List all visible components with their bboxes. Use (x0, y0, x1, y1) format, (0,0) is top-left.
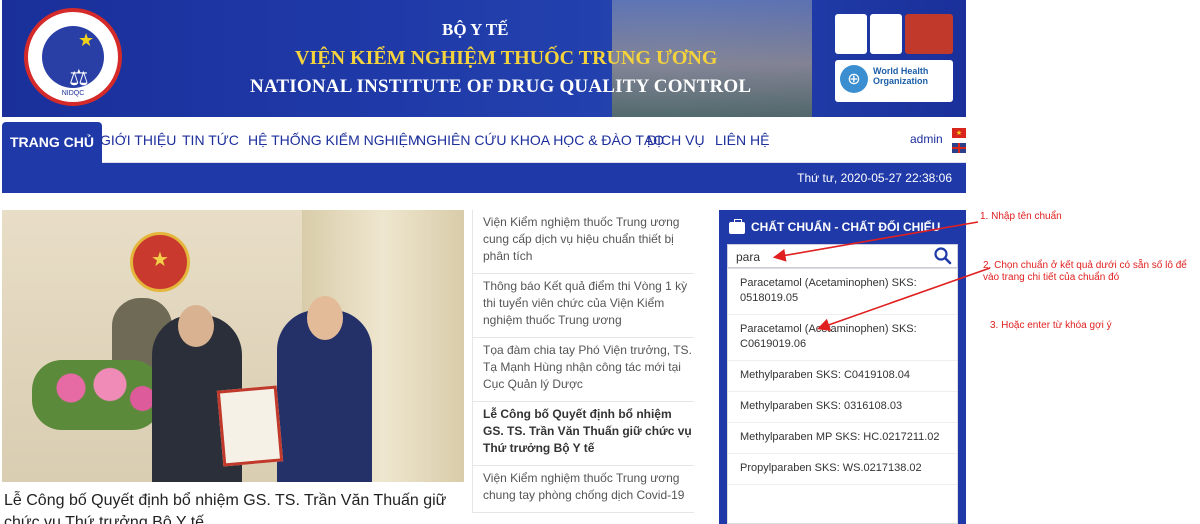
flowers (32, 360, 162, 430)
flag-vn-icon[interactable]: ★ (952, 128, 966, 138)
news-item[interactable]: Tọa đàm chia tay Phó Viện trưởng, TS. Tạ… (473, 338, 694, 402)
suggestion-item[interactable]: Paracetamol (Acetaminophen) SKS: C061901… (728, 315, 957, 361)
current-datetime: Thứ tư, 2020-05-27 22:38:06 (797, 171, 952, 185)
logo-abbreviation: NIDQC (61, 90, 85, 97)
main-nav: TRANG CHỦ GIỚI THIỆU TIN TỨC HỆ THỐNG KI… (2, 117, 966, 163)
news-list: Viện Kiểm nghiệm thuốc Trung ương cung c… (472, 210, 694, 513)
reference-standards-widget: CHẤT CHUẨN - CHẤT ĐỐI CHIẾU Paracetamol … (719, 210, 966, 524)
scale-icon: ⚖ (69, 66, 89, 91)
institute-logo[interactable]: ★ ⚖ NIDQC (24, 8, 122, 106)
featured-photo[interactable]: ★ (2, 210, 464, 482)
nav-item-home[interactable]: TRANG CHỦ (2, 122, 102, 163)
nav-item-services[interactable]: DỊCH VỤ (647, 127, 705, 163)
star-icon: ★ (78, 30, 95, 51)
news-item[interactable]: Viện Kiểm nghiệm thuốc Trung ương chung … (473, 466, 694, 513)
who-badge: ⊕ World Health Organization (835, 60, 953, 102)
suggestion-item[interactable]: Methylparaben SKS: 0316108.03 (728, 392, 957, 423)
featured-title[interactable]: Lễ Công bố Quyết định bổ nhiệm GS. TS. T… (4, 490, 466, 524)
nav-item-about[interactable]: GIỚI THIỆU (100, 127, 176, 163)
search-icon[interactable] (933, 246, 953, 266)
logo-emblem: ★ ⚖ (42, 26, 104, 91)
iso-cert-badge (835, 14, 867, 54)
search-suggestions: Paracetamol (Acetaminophen) SKS: 0518019… (727, 268, 958, 524)
who-globe-icon: ⊕ (840, 65, 868, 93)
suggestion-item[interactable]: Propylparaben SKS: WS.0217138.02 (728, 454, 957, 485)
nav-item-testing-system[interactable]: HỆ THỐNG KIỂM NGHIỆM (248, 127, 420, 163)
flag-en-icon[interactable] (952, 143, 966, 153)
who-line-1: World Health (873, 66, 929, 76)
nav-item-contact[interactable]: LIÊN HỆ (715, 127, 769, 163)
ministry-name: BỘ Y TẾ (442, 20, 509, 39)
institute-name-vn: VIỆN KIỂM NGHIỆM THUỐC TRUNG ƯƠNG (295, 47, 718, 69)
site-banner: ★ ⚖ NIDQC BỘ Y TẾ VIỆN KIỂM NGHIỆM THUỐC… (2, 0, 966, 117)
annotation-step-1: 1. Nhập tên chuẩn (980, 211, 1062, 222)
news-item[interactable]: Viện Kiểm nghiệm thuốc Trung ương cung c… (473, 210, 694, 274)
admin-link[interactable]: admin (910, 132, 943, 146)
nav-item-research[interactable]: NGHIÊN CỨU KHOA HỌC & ĐÀO TẠO (416, 127, 664, 163)
page: ★ ⚖ NIDQC BỘ Y TẾ VIỆN KIỂM NGHIỆM THUỐC… (0, 0, 1200, 524)
annotation-step-3: 3. Hoặc enter từ khóa gợi ý (990, 320, 1112, 331)
news-item[interactable]: Thông báo Kết quả điểm thi Vòng 1 kỳ thi… (473, 274, 694, 338)
suggestion-item[interactable]: Methylparaben SKS: C0419108.04 (728, 361, 957, 392)
glp-badge (905, 14, 953, 54)
national-emblem: ★ (130, 232, 190, 292)
decision-certificate (216, 385, 284, 467)
widget-title: CHẤT CHUẨN - CHẤT ĐỐI CHIẾU (751, 220, 941, 234)
standard-search-input[interactable] (736, 248, 926, 265)
date-bar: Thứ tư, 2020-05-27 22:38:06 (2, 163, 966, 193)
nav-item-news[interactable]: TIN TỨC (182, 127, 239, 163)
standard-search-box (727, 244, 958, 268)
suggestion-item[interactable]: Paracetamol (Acetaminophen) SKS: 0518019… (728, 269, 957, 315)
star-icon: ★ (151, 247, 169, 271)
briefcase-icon (729, 219, 745, 234)
person-right (277, 296, 372, 482)
suggestion-item[interactable]: Methylparaben MP SKS: HC.0217211.02 (728, 423, 957, 454)
accreditation-badge (870, 14, 902, 54)
institute-name-en: NATIONAL INSTITUTE OF DRUG QUALITY CONTR… (250, 76, 752, 97)
annotation-step-2: 2. Chọn chuẩn ở kết quả dưới có sẵn số l… (983, 260, 1187, 283)
news-item[interactable]: Lễ Công bố Quyết định bổ nhiệm GS. TS. T… (473, 402, 694, 466)
who-text: World Health Organization (873, 66, 928, 86)
who-line-2: Organization (873, 76, 929, 86)
